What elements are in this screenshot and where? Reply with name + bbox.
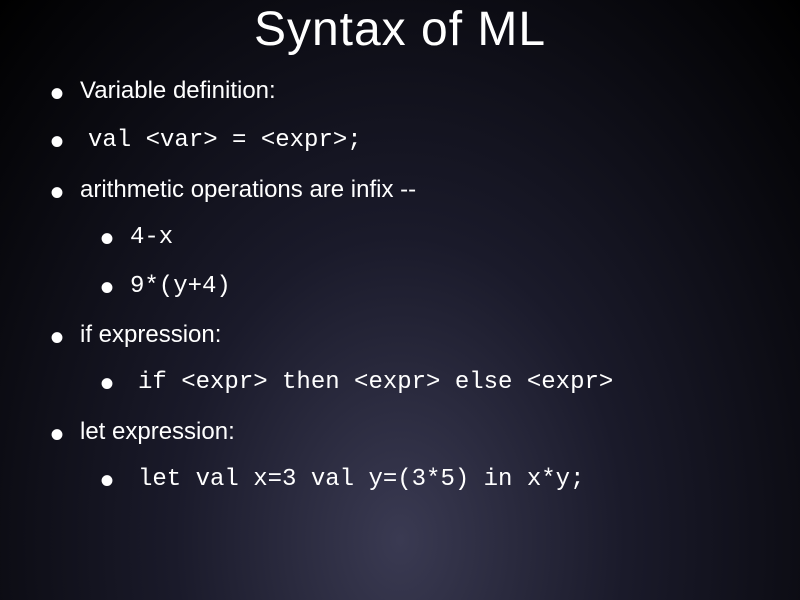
bullet-val-syntax: val <var> = <expr>; (80, 123, 750, 157)
sub-list-if: if <expr> then <expr> else <expr> (80, 365, 750, 399)
code-text: 4-x (130, 224, 173, 251)
bullet-variable-definition: Variable definition: (80, 75, 750, 107)
sub-list-arithmetic: 4-x 9*(y+4) (80, 220, 750, 303)
bullet-arithmetic: arithmetic operations are infix -- 4-x 9… (80, 174, 750, 303)
bullet-text: Variable definition: (80, 77, 276, 104)
bullet-text: if expression: (80, 321, 221, 348)
bullet-text: arithmetic operations are infix -- (80, 176, 416, 203)
slide-title: Syntax of ML (50, 0, 750, 75)
code-text: 9*(y+4) (130, 273, 231, 300)
bullet-list: Variable definition: val <var> = <expr>;… (50, 75, 750, 497)
sub-item: 9*(y+4) (130, 269, 750, 303)
sub-item: 4-x (130, 220, 750, 254)
sub-item: if <expr> then <expr> else <expr> (130, 365, 750, 399)
code-text: let val x=3 val y=(3*5) in x*y; (130, 466, 584, 493)
bullet-text: let expression: (80, 418, 235, 445)
bullet-let-expression: let expression: let val x=3 val y=(3*5) … (80, 416, 750, 497)
code-text: if <expr> then <expr> else <expr> (130, 369, 613, 396)
slide: Syntax of ML Variable definition: val <v… (0, 0, 800, 533)
bullet-if-expression: if expression: if <expr> then <expr> els… (80, 319, 750, 400)
sub-item: let val x=3 val y=(3*5) in x*y; (130, 462, 750, 496)
sub-list-let: let val x=3 val y=(3*5) in x*y; (80, 462, 750, 496)
code-text: val <var> = <expr>; (80, 127, 362, 154)
